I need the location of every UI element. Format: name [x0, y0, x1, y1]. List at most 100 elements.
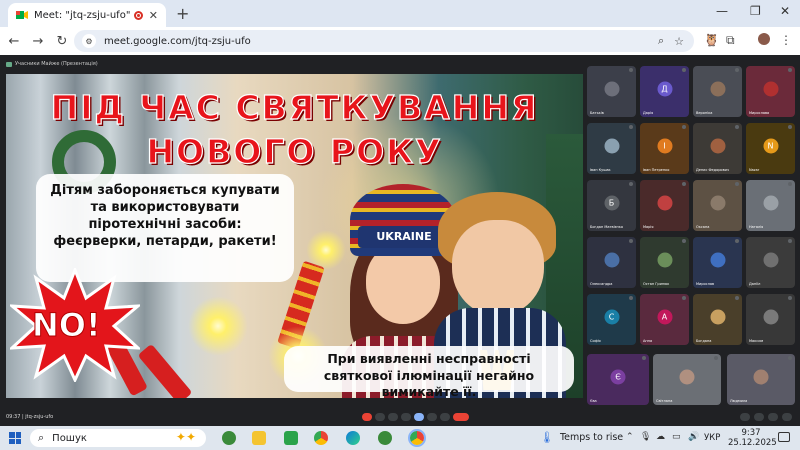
chrome-menu-icon[interactable]: ⋮	[780, 33, 792, 47]
close-window-button[interactable]: ✕	[780, 4, 790, 18]
participant-avatar: С	[604, 309, 619, 325]
people-button[interactable]	[754, 413, 764, 421]
participant-avatar	[753, 369, 769, 385]
extension-icon[interactable]: 🦉	[704, 33, 719, 47]
reload-button[interactable]: ↻	[50, 34, 74, 49]
mic-muted-icon	[735, 125, 739, 129]
mic-muted-icon	[735, 68, 739, 72]
presenting-icon	[6, 61, 12, 67]
raise-hand-button[interactable]	[427, 413, 437, 421]
mic-muted-icon	[788, 182, 792, 186]
participant-avatar: І	[657, 138, 672, 154]
participant-avatar	[710, 195, 725, 211]
participant-tile[interactable]: Максим	[746, 294, 795, 345]
participant-avatar	[710, 309, 725, 325]
participant-tile[interactable]: Олександра	[587, 237, 636, 288]
participant-avatar	[763, 309, 778, 325]
participant-tile[interactable]: Світлана	[653, 354, 721, 405]
mic-muted-icon	[788, 125, 792, 129]
presentation-slide: UKRAINE ПІД ЧАС СВЯТКУВАННЯ НОВОГО РОКУ …	[6, 74, 583, 398]
slide-title-line2: НОВОГО РОКУ	[146, 131, 443, 171]
participant-name: Максим	[749, 339, 764, 343]
participant-avatar	[604, 81, 619, 97]
participant-tile[interactable]: Наталія	[746, 180, 795, 231]
participant-tile[interactable]: Батьків	[587, 66, 636, 117]
participant-tile[interactable]: Людмила	[727, 354, 795, 405]
chrome-active-icon[interactable]	[408, 429, 426, 447]
taskbar-app-icon[interactable]	[378, 431, 392, 445]
zoom-icon[interactable]: ⌕	[658, 34, 664, 48]
participant-tile[interactable]: Є Єва	[587, 354, 649, 405]
file-explorer-icon[interactable]	[252, 431, 266, 445]
address-bar[interactable]: ⚙ meet.google.com/jtq-zsju-ufo ⌕ ☆	[74, 30, 694, 52]
participant-tile[interactable]: Вероніка	[693, 66, 742, 117]
mic-tray-icon[interactable]: 🎙	[640, 432, 651, 442]
minimize-button[interactable]: —	[716, 4, 728, 18]
chrome-icon[interactable]	[314, 431, 328, 445]
volume-icon[interactable]: 🔊	[688, 432, 699, 442]
new-tab-button[interactable]: +	[176, 4, 189, 23]
tab-close-icon[interactable]: ✕	[149, 9, 158, 22]
battery-icon[interactable]: ▭	[672, 432, 681, 442]
meeting-info: 09:37 | jtq-zsju-ufo	[6, 414, 54, 420]
participant-tile[interactable]: А Анна	[640, 294, 689, 345]
mic-off-button[interactable]	[362, 413, 372, 421]
start-button[interactable]	[9, 432, 21, 444]
participant-tile[interactable]: С Софія	[587, 294, 636, 345]
info-button[interactable]	[740, 413, 750, 421]
more-options-button[interactable]	[440, 413, 450, 421]
participant-name: Єва	[590, 399, 597, 403]
participant-tile[interactable]: Богдана	[693, 294, 742, 345]
notifications-icon[interactable]	[778, 432, 790, 442]
tray-chevron-icon[interactable]: ⌃	[626, 432, 634, 442]
participant-tile[interactable]: Оксана	[693, 180, 742, 231]
participant-tile[interactable]: Б Богдан Матвієнко	[587, 180, 636, 231]
mic-muted-icon	[682, 125, 686, 129]
warning-textbox: Дітям забороняється купувати та використ…	[36, 174, 294, 282]
mic-muted-icon	[642, 356, 646, 360]
end-call-button[interactable]	[453, 413, 469, 421]
edge-icon[interactable]	[346, 431, 360, 445]
activities-button[interactable]	[782, 413, 792, 421]
girl-face	[366, 244, 440, 324]
taskbar-search[interactable]: ⌕ Пошук ✦✦	[30, 429, 206, 447]
participant-tile[interactable]: Мирослава	[746, 66, 795, 117]
clock-time: 9:37	[741, 428, 761, 438]
profile-avatar[interactable]	[758, 33, 770, 45]
participant-tile[interactable]: Денис Федорович	[693, 123, 742, 174]
participant-name: Софія	[590, 339, 601, 343]
participant-tile[interactable]: Д Дарія	[640, 66, 689, 117]
store-icon[interactable]	[284, 431, 298, 445]
participant-tile[interactable]: Марія	[640, 180, 689, 231]
emoji-button[interactable]	[401, 413, 411, 421]
participant-tile[interactable]: N Nazar	[746, 123, 795, 174]
bookmark-star-icon[interactable]: ☆	[674, 35, 684, 48]
tab-meet[interactable]: Meet: "jtq-zsju-ufo" ✕	[8, 3, 166, 27]
participant-tile[interactable]: І Іван Петренко	[640, 123, 689, 174]
language-indicator[interactable]: УКР	[704, 433, 720, 443]
restore-button[interactable]: ❐	[750, 4, 761, 18]
mic-muted-icon	[735, 296, 739, 300]
captions-button[interactable]	[388, 413, 398, 421]
participant-tile[interactable]: Іван Кушак	[587, 123, 636, 174]
back-button[interactable]: ←	[2, 34, 26, 49]
weather-widget[interactable]: 🌡 Temps to rise	[540, 431, 623, 444]
extensions-puzzle-icon[interactable]: ⧉	[726, 33, 735, 48]
search-highlight-icon: ✦✦	[175, 430, 196, 444]
participant-tile[interactable]: Остап Гринюк	[640, 237, 689, 288]
taskbar-clock[interactable]: 9:37 25.12.2025	[728, 428, 777, 448]
participant-tile[interactable]: Даніїл	[746, 237, 795, 288]
camera-button[interactable]	[375, 413, 385, 421]
taskbar-app-icon[interactable]	[222, 431, 236, 445]
recording-indicator-icon	[133, 10, 143, 20]
present-button[interactable]	[414, 413, 424, 421]
participant-name: Анна	[643, 339, 653, 343]
participant-tile[interactable]: Мирослав	[693, 237, 742, 288]
site-info-icon[interactable]: ⚙	[82, 34, 96, 48]
onedrive-icon[interactable]: ☁	[656, 432, 665, 442]
participant-avatar: Б	[604, 195, 619, 211]
chat-button[interactable]	[768, 413, 778, 421]
mic-muted-icon	[714, 356, 718, 360]
participant-avatar	[657, 252, 672, 268]
forward-button[interactable]: →	[26, 34, 50, 49]
